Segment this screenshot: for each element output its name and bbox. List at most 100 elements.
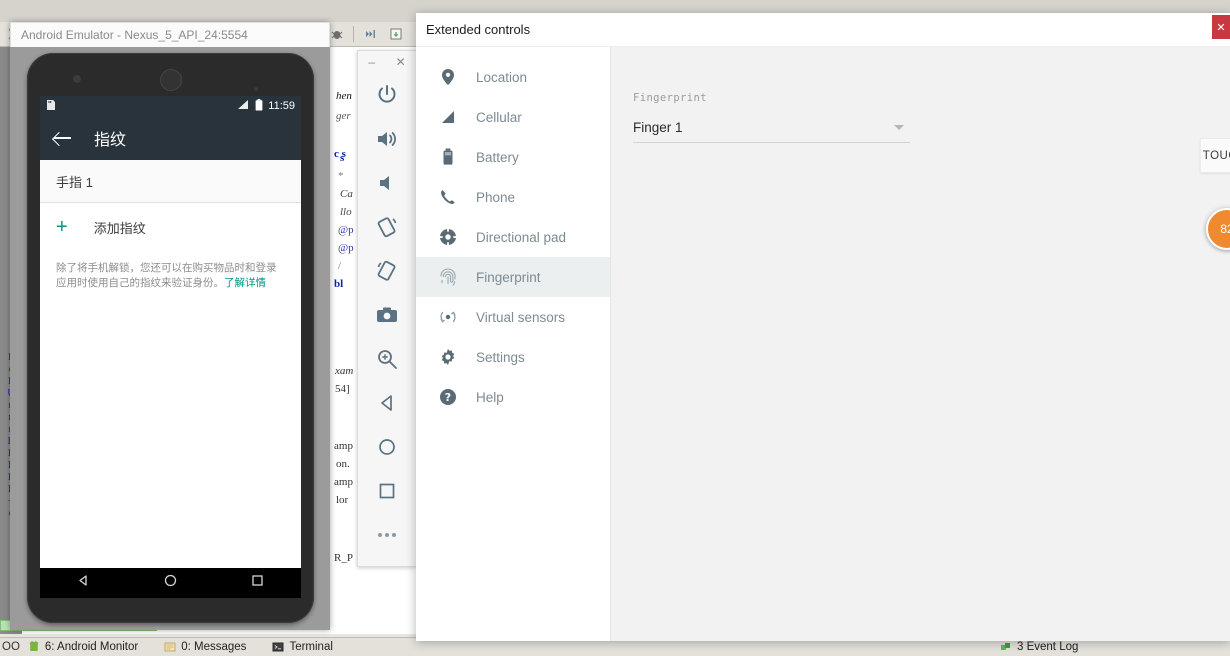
fingerprint-icon	[438, 267, 458, 287]
zoom-button[interactable]	[358, 337, 416, 381]
finger-label: 手指 1	[56, 174, 93, 190]
android-icon	[28, 641, 40, 653]
volume-down-button[interactable]	[358, 161, 416, 205]
overview-button[interactable]	[358, 469, 416, 513]
chevron-down-icon	[894, 124, 904, 130]
phone-device-frame: 11:59 指纹 手指 1 + 添加指纹 除了将手机解锁，您还可以在购买物品时和…	[27, 53, 314, 623]
messages-icon	[164, 641, 176, 653]
sidebar-item-label: Location	[476, 69, 528, 85]
status-time: 11:59	[268, 100, 295, 112]
rotate-right-button[interactable]	[358, 249, 416, 293]
extended-controls-title: Extended controls	[426, 22, 531, 37]
sidebar-item-settings[interactable]: Settings	[416, 337, 610, 377]
fingerprint-list-item[interactable]: 手指 1	[40, 160, 301, 203]
fingerprint-panel: Fingerprint Finger 1	[611, 47, 1230, 641]
code-fragment: lor	[336, 494, 349, 506]
virtual-sensors-icon	[438, 307, 458, 327]
code-fragment: *	[338, 170, 344, 182]
location-pin-icon	[438, 67, 458, 87]
sidebar-item-label: Directional pad	[476, 229, 567, 245]
back-button[interactable]	[358, 381, 416, 425]
android-app-bar: 指纹	[40, 116, 301, 160]
plus-icon: +	[56, 216, 68, 238]
minimize-button[interactable]: –	[368, 55, 375, 69]
close-button[interactable]: ✕	[396, 55, 406, 69]
extended-controls-sidebar[interactable]: Location Cellular Battery Phone Directio…	[416, 47, 611, 641]
fingerprint-field-label: Fingerprint	[633, 92, 707, 104]
status-item-messages[interactable]: 0: Messages	[164, 641, 246, 653]
terminal-icon	[272, 641, 284, 653]
sidebar-item-phone[interactable]: Phone	[416, 177, 610, 217]
sidebar-item-label: Help	[476, 389, 504, 405]
dpad-icon	[438, 227, 458, 247]
finger-select[interactable]: Finger 1	[633, 112, 910, 143]
code-fragment: bl	[334, 278, 344, 290]
debug-icon[interactable]	[327, 25, 347, 43]
battery-icon	[255, 98, 263, 114]
close-button[interactable]: ✕	[1212, 15, 1230, 39]
emulator-title-bar[interactable]: Android Emulator - Nexus_5_API_24:5554	[10, 22, 330, 47]
code-fragment: @p	[338, 242, 354, 254]
nav-back-icon[interactable]	[76, 573, 91, 593]
code-fragment: xam	[335, 365, 354, 377]
volume-up-button[interactable]	[358, 117, 416, 161]
add-fingerprint-button[interactable]: + 添加指纹	[40, 203, 301, 251]
sidebar-item-help[interactable]: ? Help	[416, 377, 610, 417]
status-item-terminal[interactable]: Terminal	[272, 641, 333, 653]
toolbar-separator	[353, 26, 354, 42]
code-fragment: R_P	[334, 552, 353, 564]
code-fragment: amp	[334, 476, 353, 488]
code-fragment: llo	[340, 206, 352, 218]
sidebar-item-cellular[interactable]: Cellular	[416, 97, 610, 137]
status-label: 3 Event Log	[1017, 641, 1079, 653]
sdk-manager-icon[interactable]	[386, 25, 406, 43]
code-fragment: ger	[336, 110, 351, 122]
status-left-label: OO	[2, 641, 20, 653]
code-fragment: on.	[336, 458, 350, 470]
extended-controls-title-bar[interactable]: Extended controls ✕	[416, 13, 1230, 47]
power-button[interactable]	[358, 73, 416, 117]
android-navigation-bar[interactable]	[40, 568, 301, 598]
app-bar-title: 指纹	[94, 132, 127, 149]
sidebar-item-fingerprint[interactable]: Fingerprint	[416, 257, 610, 297]
signal-icon	[237, 99, 250, 113]
extended-controls-body: Location Cellular Battery Phone Directio…	[416, 47, 1230, 641]
step-over-icon[interactable]	[360, 25, 380, 43]
sidebar-item-label: Fingerprint	[476, 269, 541, 285]
front-camera-icon	[73, 75, 81, 83]
nav-home-icon[interactable]	[163, 573, 178, 593]
learn-more-link[interactable]: 了解详情	[224, 277, 266, 289]
status-item-event-log[interactable]: 3 Event Log	[1000, 641, 1078, 653]
screenshot-button[interactable]	[358, 293, 416, 337]
code-fragment: amp	[334, 440, 353, 452]
touch-the-sensor-button[interactable]: TOUCH THE SENSOR	[1200, 138, 1230, 173]
sidebar-item-location[interactable]: Location	[416, 57, 610, 97]
phone-screen[interactable]: 11:59 指纹 手指 1 + 添加指纹 除了将手机解锁，您还可以在购买物品时和…	[40, 96, 301, 568]
back-arrow-icon[interactable]	[54, 131, 72, 145]
home-button[interactable]	[358, 425, 416, 469]
sidebar-item-label: Battery	[476, 149, 519, 165]
extended-controls-window: Extended controls ✕ Location Cellular Ba…	[416, 13, 1230, 641]
code-fragment: hen	[336, 90, 352, 102]
code-fragment: @p	[338, 224, 354, 236]
code-fragment: s	[340, 152, 345, 164]
code-fragment: Ca	[340, 188, 353, 200]
emulator-window-title: Android Emulator - Nexus_5_API_24:5554	[21, 28, 248, 42]
sidebar-item-battery[interactable]: Battery	[416, 137, 610, 177]
status-label: 6: Android Monitor	[44, 641, 139, 653]
eventlog-icon	[1000, 641, 1012, 653]
emulator-window-buttons[interactable]: – ✕	[358, 51, 416, 73]
status-item-android-monitor[interactable]: 6: Android Monitor	[28, 641, 138, 653]
battery-icon	[438, 147, 458, 167]
help-circle-icon: ?	[438, 387, 458, 407]
more-button[interactable]	[358, 513, 416, 557]
sidebar-item-virtual-sensors[interactable]: Virtual sensors	[416, 297, 610, 337]
rotate-left-button[interactable]	[358, 205, 416, 249]
sdcard-icon	[46, 99, 56, 114]
nav-overview-icon[interactable]	[250, 573, 265, 593]
earpiece-speaker	[159, 69, 182, 91]
emulator-side-toolbar[interactable]: – ✕	[357, 50, 417, 567]
gear-icon	[438, 347, 458, 367]
finger-select-value: Finger 1	[633, 119, 683, 135]
sidebar-item-directional-pad[interactable]: Directional pad	[416, 217, 610, 257]
